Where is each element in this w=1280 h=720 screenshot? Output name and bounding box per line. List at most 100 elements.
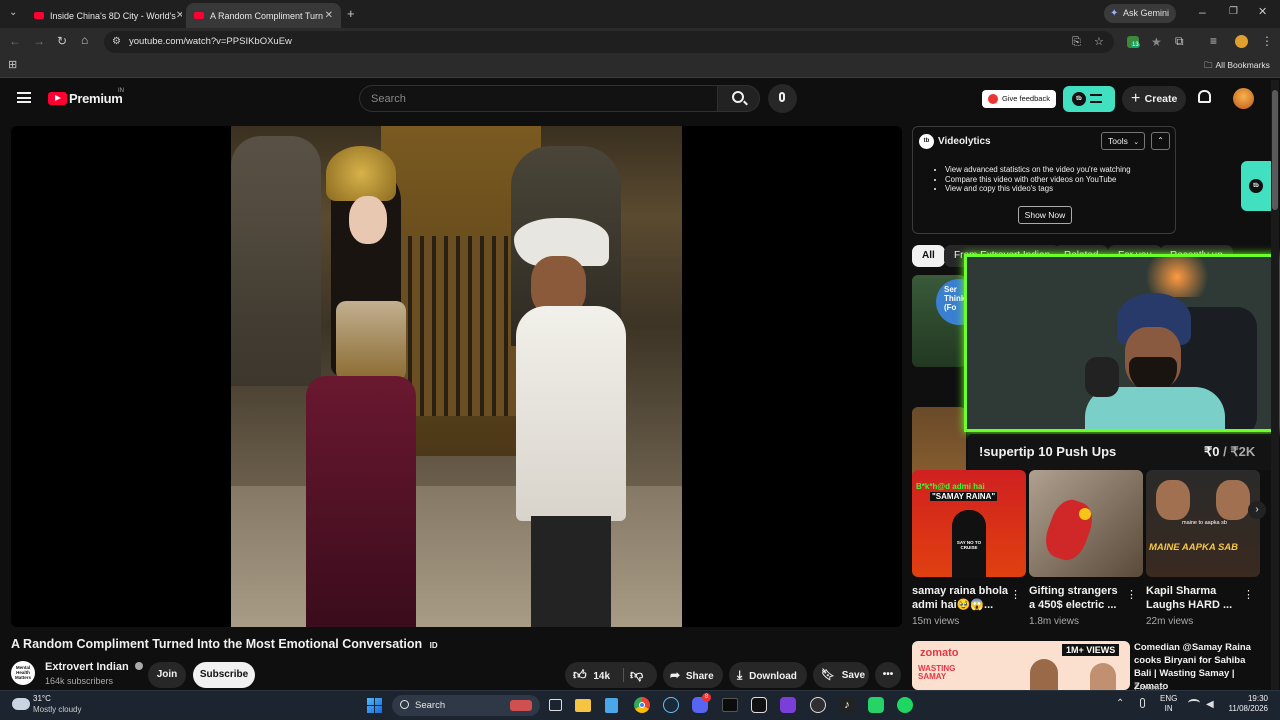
apps-grid-icon[interactable]: ⊞ [8, 60, 17, 71]
weather-icon[interactable] [12, 698, 30, 710]
subscribe-button[interactable]: Subscribe [193, 662, 255, 688]
start-button[interactable] [367, 698, 382, 713]
maximize-icon[interactable]: ❐ [1229, 7, 1238, 17]
site-info-icon[interactable]: ⚙ [112, 31, 121, 53]
download-button[interactable]: ⤓ Download [729, 662, 807, 688]
apps-icon[interactable] [780, 697, 796, 713]
shorts-title[interactable]: Kapil Sharma Laughs HARD ... [1146, 584, 1242, 612]
dislike-button[interactable]: 👎︎ [630, 662, 643, 688]
temple-statue-left [231, 136, 321, 386]
notifications-bell-icon[interactable] [1198, 90, 1211, 103]
task-view-icon[interactable] [549, 699, 562, 711]
videolytics-toggle-button[interactable]: tb [1063, 86, 1115, 112]
recommended-thumbnail[interactable]: Ser Thinki Co (Fo [912, 275, 966, 367]
channel-avatar-text: Mental Health Matters [14, 665, 31, 680]
recommended-video-thumbnail[interactable]: zomato 1M+ VIEWS WASTING SAMAY [912, 641, 1130, 690]
shorts-thumbnail[interactable]: maine to aapka sb MAINE AAPKA SAB [1146, 470, 1260, 577]
steam-icon[interactable] [663, 697, 679, 713]
url-bar[interactable]: ⚙ youtube.com/watch?v=PPSIKbOXuEw ⎘ ☆ [104, 31, 1114, 53]
show-now-button[interactable]: Show Now [1018, 206, 1072, 224]
like-button[interactable]: 👍︎ 14k [573, 662, 623, 688]
chrome-icon[interactable] [634, 697, 650, 713]
youtube-favicon-icon [194, 12, 204, 19]
mic-tray-icon[interactable] [1140, 698, 1145, 708]
voice-search-button[interactable] [768, 84, 797, 113]
tab-search-icon[interactable]: ⌄ [9, 8, 17, 18]
chip-all[interactable]: All [912, 245, 945, 267]
ask-gemini-button[interactable]: ✦ Ask Gemini [1104, 4, 1176, 23]
profile-avatar[interactable] [1235, 35, 1248, 48]
weather-temp[interactable]: 31°C [33, 694, 51, 703]
give-feedback-button[interactable]: Give feedback [982, 90, 1056, 108]
extensions-puzzle-icon[interactable]: ⧉ [1175, 35, 1184, 47]
shorts-next-button[interactable]: › [1248, 501, 1266, 519]
videolytics-side-tab[interactable]: tb [1241, 161, 1271, 211]
account-avatar[interactable] [1233, 88, 1254, 109]
notepad-icon[interactable] [605, 698, 618, 713]
bookmark-star-icon[interactable]: ★ [1151, 36, 1162, 48]
extension-icon[interactable]: 13 [1127, 36, 1140, 48]
close-tab-icon[interactable]: ✕ [176, 10, 182, 21]
youtube-logo-text: Premium [69, 91, 123, 106]
shorts-views: 15m views [912, 616, 960, 627]
close-tab-icon[interactable]: ✕ [325, 10, 333, 21]
spotify-icon[interactable] [897, 697, 913, 713]
back-icon[interactable]: ← [9, 35, 21, 47]
scrollbar-thumb[interactable] [1272, 90, 1278, 210]
create-button[interactable]: + Create [1122, 86, 1186, 112]
channel-avatar[interactable]: Mental Health Matters [11, 661, 35, 685]
terminal-icon[interactable] [722, 698, 738, 712]
channel-name[interactable]: Extrovert Indian [45, 661, 143, 673]
system-tray-chevron-icon[interactable]: ⌃ [1116, 698, 1124, 709]
supertip-amount: ₹0 [1204, 444, 1220, 459]
save-button[interactable]: 🔖︎ Save [813, 662, 869, 688]
close-window-icon[interactable]: ✕ [1258, 7, 1267, 18]
clock[interactable]: 19:30 11/08/2026 [1225, 694, 1268, 714]
join-button[interactable]: Join [148, 662, 186, 688]
shorts-menu-icon[interactable]: ⋮ [1243, 588, 1254, 601]
whatsapp-icon[interactable] [868, 697, 884, 713]
collapse-button[interactable]: ⌃ [1151, 132, 1170, 150]
tools-dropdown[interactable]: Tools ⌄ [1101, 132, 1145, 150]
shorts-menu-icon[interactable]: ⋮ [1010, 588, 1021, 601]
wifi-icon[interactable] [1188, 699, 1200, 707]
shorts-menu-icon[interactable]: ⋮ [1126, 588, 1137, 601]
all-bookmarks-button[interactable]: 🗀 All Bookmarks [1204, 60, 1270, 74]
file-explorer-icon[interactable] [575, 699, 591, 712]
bookmark-star-icon[interactable]: ☆ [1094, 31, 1104, 53]
shorts-title[interactable]: Gifting strangers a 450$ electric ... [1029, 584, 1125, 612]
taskbar-search[interactable]: Search [392, 695, 540, 716]
page-scrollbar[interactable] [1271, 80, 1279, 690]
volume-icon[interactable]: ◀ [1206, 699, 1214, 710]
language-indicator[interactable]: ENG IN [1160, 694, 1177, 714]
shorts-thumbnail[interactable] [1029, 470, 1143, 577]
search-button[interactable] [717, 85, 760, 112]
feedback-icon [988, 94, 998, 104]
new-tab-icon[interactable]: + [347, 7, 355, 20]
video-player[interactable] [11, 126, 902, 627]
tab-title: A Random Compliment Turn [210, 10, 324, 21]
more-actions-button[interactable]: ••• [875, 662, 901, 688]
tab-random-compliment[interactable]: A Random Compliment Turn ✕ [186, 3, 341, 28]
supertip-label: !supertip 10 Push Ups [979, 444, 1117, 459]
videolytics-logo-icon: tb [1249, 179, 1263, 193]
tab-inside-china[interactable]: Inside China's 8D City - World's ✕ [26, 3, 182, 28]
reading-list-icon[interactable]: ≡ [1210, 35, 1217, 47]
chrome-menu-icon[interactable]: ⋮ [1261, 35, 1273, 47]
thumbs-down-icon: 👎︎ [630, 667, 644, 682]
install-icon[interactable]: ⎘ [1072, 31, 1081, 53]
menu-icon[interactable] [17, 92, 31, 103]
shorts-title[interactable]: samay raina bhola admi hai🥹😱... [912, 584, 1008, 612]
music-app-icon[interactable]: ♪ [839, 697, 855, 713]
search-input[interactable]: Search [359, 85, 717, 112]
discord-icon[interactable]: 8 [692, 693, 711, 713]
capcut-icon[interactable] [751, 697, 767, 713]
temple-gate-bars [396, 236, 526, 416]
forward-icon[interactable]: → [33, 35, 45, 47]
obs-icon[interactable] [810, 697, 826, 713]
reload-icon[interactable]: ↻ [57, 35, 67, 47]
home-icon[interactable]: ⌂ [81, 34, 88, 46]
share-button[interactable]: ➦ Share [663, 662, 723, 688]
shorts-thumbnail[interactable]: B*k*h@d admi hai "SAMAY RAINA" SAY NO TO… [912, 470, 1026, 577]
minimize-icon[interactable]: – [1199, 6, 1206, 18]
